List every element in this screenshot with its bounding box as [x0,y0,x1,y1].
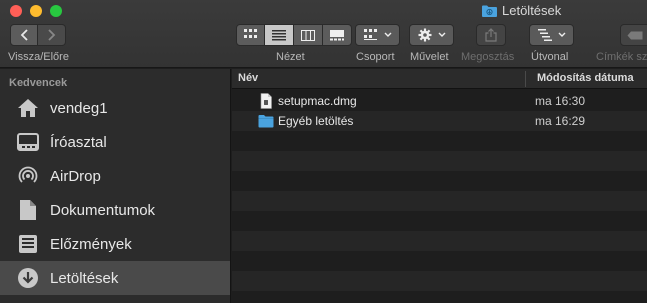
window-controls [10,5,62,17]
zoom-window-button[interactable] [50,5,62,17]
view-label: Nézet [276,51,305,63]
file-date: ma 16:29 [535,114,586,128]
close-window-button[interactable] [10,5,22,17]
chevron-left-icon [20,29,28,41]
nav-label: Vissza/Előre [8,51,69,63]
share-button[interactable] [476,24,506,46]
column-header-date[interactable]: Módosítás dátuma [537,72,634,84]
grid-icon [243,29,257,38]
documents-icon [17,199,39,221]
table-row[interactable]: setupmac.dmg ma 16:30 [232,91,647,111]
action-label: Művelet [410,51,449,63]
window-title: Letöltések [482,3,561,18]
tags-button[interactable] [620,24,647,46]
empty-row [232,151,647,171]
chevron-down-icon [384,32,391,37]
sidebar-item-label: AirDrop [50,167,101,185]
folder-icon [482,5,497,17]
view-mode-selector [236,24,352,46]
airdrop-icon [17,165,39,187]
sidebar-item-downloads[interactable]: Letöltések [0,261,230,295]
file-name: setupmac.dmg [278,94,357,108]
column-header: Név Módosítás dátuma [232,69,647,89]
sidebar-item-label: Dokumentumok [50,201,156,219]
share-icon [485,28,497,42]
table-row[interactable]: Egyéb letöltés ma 16:29 [232,111,647,131]
file-list: Név Módosítás dátuma setupmac.dmg ma 16:… [232,69,647,303]
gallery-icon [330,29,344,40]
sidebar-item-airdrop[interactable]: AirDrop [0,159,230,193]
list-icon [272,29,286,40]
empty-row [232,211,647,231]
path-button[interactable] [529,24,574,46]
dmg-file-icon [260,93,272,109]
back-button[interactable] [10,24,38,46]
chevron-down-icon [558,32,565,37]
empty-row [232,291,647,303]
gallery-view-button[interactable] [323,24,352,46]
group-icon [363,29,377,40]
path-icon [537,29,552,41]
share-label: Megosztás [461,51,515,63]
gear-icon [418,28,431,42]
downloads-icon [17,267,39,289]
empty-row [232,231,647,251]
file-date: ma 16:30 [535,94,586,108]
sidebar-item-label: Előzmények [50,235,132,253]
folder-icon [258,115,274,128]
recents-icon [17,233,39,255]
chevron-right-icon [48,29,56,41]
file-name: Egyéb letöltés [278,114,354,128]
sidebar-item-desktop[interactable]: Íróasztal [0,125,230,159]
minimize-window-button[interactable] [30,5,42,17]
chevron-down-icon [438,32,445,37]
group-label: Csoport [356,51,395,63]
sidebar-item-label: vendeg1 [50,99,108,117]
column-view-button[interactable] [294,24,323,46]
home-icon [17,97,39,119]
toolbar: Letöltések Vissza/Előre Nézet Csoport Mű… [0,0,647,68]
empty-row [232,171,647,191]
icon-view-button[interactable] [236,24,265,46]
desktop-icon [17,131,39,153]
empty-row [232,191,647,211]
sidebar-item-label: Letöltések [50,269,119,287]
empty-row [232,271,647,291]
sidebar-item-label: Íróasztal [50,133,107,151]
sidebar-item-documents[interactable]: Dokumentumok [0,193,230,227]
empty-row [232,251,647,271]
empty-row [232,131,647,151]
sidebar-item-recents[interactable]: Előzmények [0,227,230,261]
forward-button[interactable] [38,24,66,46]
sidebar: Kedvencek vendeg1 Íróasztal AirDrop Doku… [0,69,231,303]
sidebar-heading-favorites: Kedvencek [9,77,68,89]
path-label: Útvonal [531,51,569,63]
tag-icon [627,31,643,39]
group-button[interactable] [355,24,400,46]
sidebar-item-home[interactable]: vendeg1 [0,91,230,125]
window-title-text: Letöltések [502,3,562,18]
back-forward-buttons [10,24,66,46]
tags-label: Címkék szer [596,51,647,63]
columns-icon [301,29,315,41]
action-button[interactable] [409,24,454,46]
column-header-name[interactable]: Név [238,72,258,84]
list-view-button[interactable] [265,24,294,46]
column-divider[interactable] [525,71,526,87]
